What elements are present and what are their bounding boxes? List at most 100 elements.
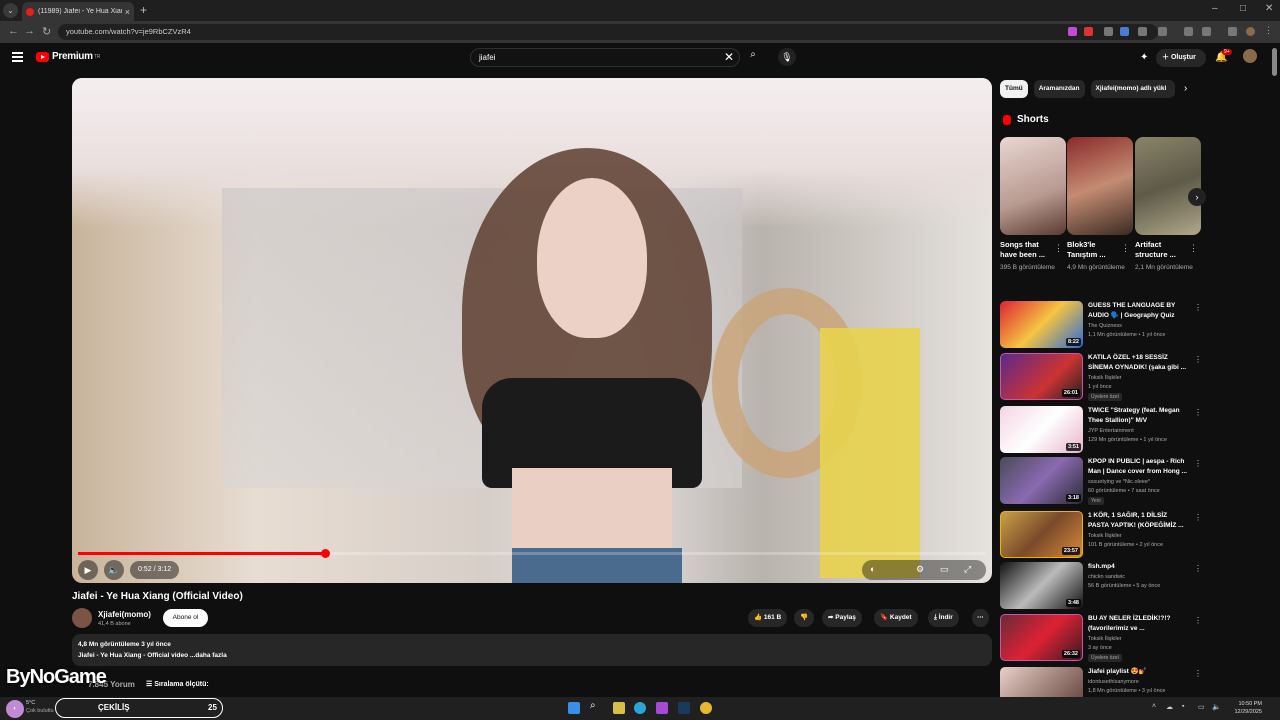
sort-button[interactable]: ☰ Sıralama ölçütü: xyxy=(146,680,209,688)
search-input[interactable]: jiafei xyxy=(470,48,740,67)
chevron-up-icon[interactable]: ˄ xyxy=(1152,703,1156,710)
more-options-icon[interactable]: ⋮ xyxy=(1194,564,1202,573)
recommendation-item[interactable]: 8:22 GUESS THE LANGUAGE BY AUDIO 🗣️ | Ge… xyxy=(1000,301,1202,351)
more-options-icon[interactable]: ⋮ xyxy=(1194,459,1202,468)
more-options-icon[interactable]: ⋮ xyxy=(1194,616,1202,625)
more-actions-button[interactable]: ⋯ xyxy=(972,609,989,627)
giveaway-widget[interactable]: ÇEKİLİŞ 25 xyxy=(55,698,223,718)
play-icon[interactable]: ▶ xyxy=(78,560,98,580)
scrollbar-thumb[interactable] xyxy=(1272,48,1277,76)
channel-name[interactable]: Toksik İlişkiler xyxy=(1088,636,1122,642)
download-button[interactable]: ⤓ İndir xyxy=(928,609,959,627)
extension-icon[interactable] xyxy=(1202,27,1211,36)
save-button[interactable]: 🔖 Kaydet xyxy=(874,609,918,627)
short-item[interactable]: Artifact structure ... 2,1 Mn görüntülem… xyxy=(1135,137,1201,273)
recommendation-item[interactable]: 23:57 1 KÖR, 1 SAĞIR, 1 DİLSİZ PASTA YAP… xyxy=(1000,511,1202,561)
hamburger-menu-icon[interactable] xyxy=(12,52,23,64)
short-title[interactable]: Artifact structure ... xyxy=(1135,240,1187,260)
channel-name[interactable]: JYP Entertainment xyxy=(1088,428,1134,434)
avatar[interactable] xyxy=(1246,27,1255,36)
extension-icon[interactable] xyxy=(1138,27,1147,36)
channel-name[interactable]: Toksik İlişkiler xyxy=(1088,533,1122,539)
video-title[interactable]: 1 KÖR, 1 SAĞIR, 1 DİLSİZ PASTA YAPTIK! (… xyxy=(1088,511,1188,530)
tab-search-icon[interactable]: ⌄ xyxy=(3,3,18,18)
extension-icon[interactable] xyxy=(1084,27,1093,36)
video-thumbnail[interactable]: 3:51 xyxy=(1000,406,1083,453)
video-thumbnail[interactable] xyxy=(1000,667,1083,697)
cast-icon[interactable]: ✦ xyxy=(1140,52,1148,63)
video-title[interactable]: TWICE "Strategy (feat. Megan Thee Stalli… xyxy=(1088,406,1188,425)
channel-name[interactable]: chickn sandwic xyxy=(1088,574,1125,580)
more-options-icon[interactable]: ⋮ xyxy=(1194,355,1202,364)
profile-icon[interactable] xyxy=(1228,27,1237,36)
tray-app-icon[interactable]: ▪ xyxy=(1182,703,1184,710)
video-thumbnail[interactable]: 26:32 xyxy=(1000,614,1083,661)
fullscreen-icon[interactable]: ⤢ xyxy=(964,564,971,575)
menu-icon[interactable]: ⋮ xyxy=(1264,25,1273,35)
channel-name[interactable]: The Quizness xyxy=(1088,323,1122,329)
progress-bar[interactable] xyxy=(78,549,986,558)
scrubber-handle[interactable] xyxy=(320,549,330,558)
chevron-right-icon[interactable]: › xyxy=(1188,188,1206,206)
close-window-icon[interactable]: ✕ xyxy=(1265,3,1273,14)
recommendation-item[interactable]: 3:51 TWICE "Strategy (feat. Megan Thee S… xyxy=(1000,406,1202,456)
edge-icon[interactable] xyxy=(634,702,646,714)
channel-name[interactable]: sssuetying ve *Nic.oleee* xyxy=(1088,479,1150,485)
video-title[interactable]: KPOP IN PUBLIC | aespa - Rich Man | Danc… xyxy=(1088,457,1188,476)
channel-name[interactable]: Toksik İlişkiler xyxy=(1088,375,1122,381)
chip-channel[interactable]: Xjiafei(momo) adlı yükl xyxy=(1090,80,1175,98)
like-button[interactable]: 👍 161 B xyxy=(748,609,788,627)
file-explorer-icon[interactable] xyxy=(613,702,625,714)
recommendation-item[interactable]: 3:18 KPOP IN PUBLIC | aespa - Rich Man |… xyxy=(1000,457,1202,507)
network-icon[interactable]: ▭ xyxy=(1198,703,1205,711)
recommendation-item[interactable]: 26:32 BU AY NELER İZLEDİK!?!? (favoriler… xyxy=(1000,614,1202,664)
chip-from-search[interactable]: Aramanızdan xyxy=(1033,80,1085,98)
video-title[interactable]: GUESS THE LANGUAGE BY AUDIO 🗣️ | Geograp… xyxy=(1088,301,1188,320)
extension-icon[interactable] xyxy=(1104,27,1113,36)
channel-avatar[interactable] xyxy=(72,608,92,628)
new-tab-button[interactable]: + xyxy=(140,3,147,17)
short-item[interactable]: Blok3'le Tanıştım ... 4,9 Mn görüntüleme… xyxy=(1067,137,1133,273)
chevron-right-icon[interactable]: › xyxy=(1184,83,1187,94)
recommendation-item[interactable]: Jiafei playlist 😍💅 idontusethisanymore 1… xyxy=(1000,667,1200,697)
windows-start-icon[interactable] xyxy=(568,702,580,714)
puzzle-icon[interactable] xyxy=(1158,27,1167,36)
settings-gear-icon[interactable]: ⚙ xyxy=(916,564,924,575)
more-options-icon[interactable]: ⋮ xyxy=(1121,243,1130,254)
dislike-button[interactable]: 👎 xyxy=(794,609,815,627)
tab-close-icon[interactable]: × xyxy=(125,7,130,17)
more-options-icon[interactable]: ⋮ xyxy=(1194,669,1200,678)
video-title[interactable]: fish.mp4 xyxy=(1088,562,1188,572)
extension-icon[interactable] xyxy=(1184,27,1193,36)
clear-search-icon[interactable]: ✕ xyxy=(724,50,734,64)
video-thumbnail[interactable]: 23:57 xyxy=(1000,511,1083,558)
weather-icon[interactable]: ◐ xyxy=(6,700,24,718)
short-thumbnail[interactable] xyxy=(1135,137,1201,235)
account-avatar[interactable] xyxy=(1243,49,1257,63)
chrome-icon[interactable] xyxy=(700,702,712,714)
video-thumbnail[interactable]: 3:18 xyxy=(1000,457,1083,504)
subscribe-button[interactable]: Abone ol xyxy=(163,609,208,627)
short-title[interactable]: Blok3'le Tanıştım ... xyxy=(1067,240,1119,260)
video-title[interactable]: BU AY NELER İZLEDİK!?!? (favorilerimiz v… xyxy=(1088,614,1188,633)
autoplay-toggle-icon[interactable]: ◐ xyxy=(870,564,875,574)
short-thumbnail[interactable] xyxy=(1000,137,1066,235)
more-options-icon[interactable]: ⋮ xyxy=(1189,243,1198,254)
share-button[interactable]: ➦ Paylaş xyxy=(822,609,862,627)
forward-icon[interactable]: → xyxy=(24,25,35,37)
chip-all[interactable]: Tümü xyxy=(1000,80,1028,98)
extension-icon[interactable] xyxy=(1068,27,1077,36)
short-item[interactable]: Songs that have been ... 395 B görüntüle… xyxy=(1000,137,1066,273)
extension-icon[interactable] xyxy=(1120,27,1129,36)
recommendation-item[interactable]: 3:48 fish.mp4 chickn sandwic 56 B görünt… xyxy=(1000,562,1202,612)
description-box[interactable]: 4,8 Mn görüntüleme 3 yıl önce Jiafei - Y… xyxy=(72,634,992,666)
volume-icon[interactable]: 🔈 xyxy=(104,560,124,580)
miniplayer-icon[interactable]: ▭ xyxy=(940,564,949,575)
video-thumbnail[interactable]: 3:48 xyxy=(1000,562,1083,609)
steam-icon[interactable] xyxy=(678,702,690,714)
short-title[interactable]: Songs that have been ... xyxy=(1000,240,1052,260)
channel-name[interactable]: Xjiafei(momo) xyxy=(98,610,151,619)
url-field[interactable]: youtube.com/watch?v=je9RbCZVzR4 xyxy=(58,24,1158,40)
video-thumbnail[interactable]: 26:01 xyxy=(1000,353,1083,400)
maximize-icon[interactable]: □ xyxy=(1240,3,1246,14)
